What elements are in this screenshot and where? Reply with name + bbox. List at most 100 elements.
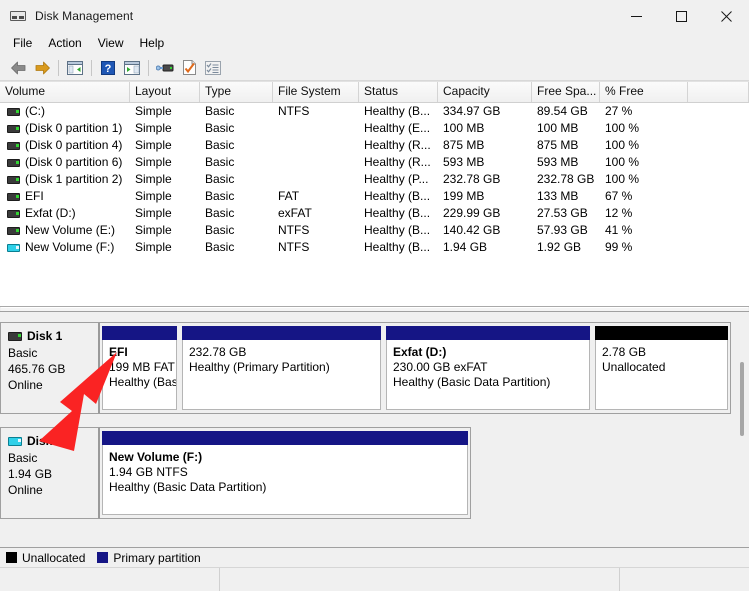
cell-status: Healthy (B...: [364, 223, 431, 237]
cell-layout: Simple: [135, 172, 172, 186]
cell-capacity: 140.42 GB: [443, 223, 501, 237]
disk-icon: [8, 436, 22, 446]
column-header-type[interactable]: Type: [200, 82, 273, 102]
disk-type: Basic: [8, 346, 38, 360]
column-header-file-system[interactable]: File System: [273, 82, 359, 102]
minimize-button[interactable]: [614, 0, 659, 32]
menu-action[interactable]: Action: [40, 33, 89, 54]
volume-icon: [7, 243, 20, 252]
volume-label: New Volume (F:): [25, 240, 115, 254]
column-header-blank[interactable]: [688, 82, 749, 102]
partition-details: EFI 199 MB FAT Healthy (Basi: [102, 340, 177, 410]
volume-icon: [7, 124, 20, 133]
list-view-button[interactable]: [201, 57, 225, 79]
cell-type: Basic: [205, 104, 235, 118]
show-hide-action-pane-button[interactable]: [120, 57, 144, 79]
cell-percent-free: 100 %: [605, 155, 640, 169]
disk-row[interactable]: Disk 2 Basic 1.94 GB Online New Volume (F:) 1…: [0, 427, 471, 519]
partition-details: Exfat (D:) 230.00 GB exFAT Healthy (Basic …: [386, 340, 590, 410]
cell-volume: EFI: [0, 188, 130, 205]
disk-state: Online: [8, 483, 43, 497]
column-header-free-spa[interactable]: Free Spa...: [532, 82, 600, 102]
disk-management-window: Disk Management File Action View Help ? …: [0, 0, 749, 591]
menu-bar: File Action View Help: [0, 32, 749, 55]
table-row[interactable]: (Disk 0 partition 4) Simple Basic Healthy (…: [0, 137, 749, 154]
show-hide-console-tree-button[interactable]: [63, 57, 87, 79]
help-button[interactable]: ?: [96, 57, 120, 79]
table-row[interactable]: (Disk 1 partition 2) Simple Basic Healthy (…: [0, 171, 749, 188]
question-mark-icon: ?: [101, 60, 115, 75]
partition-details: 2.78 GB Unallocated: [595, 340, 728, 410]
table-row[interactable]: New Volume (F:) Simple Basic NTFS Healthy (B…: [0, 239, 749, 256]
column-header-capacity[interactable]: Capacity: [438, 82, 532, 102]
cell-capacity: 229.99 GB: [443, 206, 501, 220]
checklist-icon: [205, 60, 221, 75]
status-cell-1: [0, 568, 220, 591]
volume-label: (Disk 0 partition 1): [25, 121, 123, 135]
cell-layout: Simple: [135, 240, 172, 254]
table-row[interactable]: Exfat (D:) Simple Basic exFAT Healthy (B... 2…: [0, 205, 749, 222]
column-header-free[interactable]: % Free: [600, 82, 688, 102]
status-bar: [0, 567, 749, 591]
volume-icon: [7, 226, 20, 235]
partition-status: Healthy (Basic Data Partition): [109, 480, 267, 494]
menu-help[interactable]: Help: [132, 33, 173, 54]
partition-details: New Volume (F:) 1.94 GB NTFS Healthy (Basi…: [102, 445, 468, 515]
table-row[interactable]: EFI Simple Basic FAT Healthy (B... 199 MB 133 …: [0, 188, 749, 205]
disk-map-vertical-scrollbar[interactable]: [736, 314, 747, 545]
table-row[interactable]: (C:) Simple Basic NTFS Healthy (B... 334.97 G…: [0, 103, 749, 120]
scrollbar-thumb[interactable]: [740, 362, 744, 436]
back-button[interactable]: [6, 57, 30, 79]
partition-block[interactable]: New Volume (F:) 1.94 GB NTFS Healthy (Basi…: [102, 431, 468, 515]
close-button[interactable]: [704, 0, 749, 32]
toolbar-separator: [148, 59, 149, 76]
cell-status: Healthy (E...: [364, 121, 431, 135]
cell-capacity: 199 MB: [443, 189, 485, 203]
toolbar-separator: [91, 59, 92, 76]
volume-icon: [7, 192, 20, 201]
column-header-volume[interactable]: Volume: [0, 82, 130, 102]
cell-free-space: 232.78 GB: [537, 172, 595, 186]
cell-status: Healthy (B...: [364, 104, 431, 118]
forward-button[interactable]: [30, 57, 54, 79]
cell-layout: Simple: [135, 104, 172, 118]
table-row[interactable]: New Volume (E:) Simple Basic NTFS Healthy (B…: [0, 222, 749, 239]
cell-capacity: 334.97 GB: [443, 104, 501, 118]
disk-row[interactable]: Disk 1 Basic 465.76 GB Online EFI 199 MB FAT H…: [0, 322, 731, 414]
cell-layout: Simple: [135, 155, 172, 169]
disk-info-panel[interactable]: Disk 1 Basic 465.76 GB Online: [0, 322, 100, 414]
status-cell-2: [220, 568, 620, 591]
disk-icon: [8, 331, 22, 341]
cell-status: Healthy (R...: [364, 138, 431, 152]
cell-status: Healthy (P...: [364, 172, 429, 186]
partition-block[interactable]: 232.78 GB Healthy (Primary Partition): [182, 326, 381, 410]
primary-partition-swatch: [97, 552, 109, 563]
volume-icon: [7, 175, 20, 184]
cell-percent-free: 12 %: [605, 206, 633, 220]
menu-view[interactable]: View: [90, 33, 132, 54]
column-header-layout[interactable]: Layout: [130, 82, 200, 102]
properties-button[interactable]: [177, 57, 201, 79]
table-row[interactable]: (Disk 0 partition 1) Simple Basic Healthy (…: [0, 120, 749, 137]
unallocated-block[interactable]: 2.78 GB Unallocated: [595, 326, 728, 410]
cell-free-space: 593 MB: [537, 155, 579, 169]
cell-capacity: 1.94 GB: [443, 240, 488, 254]
volume-icon: [7, 107, 20, 116]
disk-size: 465.76 GB: [8, 362, 66, 376]
column-header-status[interactable]: Status: [359, 82, 438, 102]
cell-volume: Exfat (D:): [0, 205, 130, 222]
partition-size: 232.78 GB: [189, 345, 247, 359]
disk-state: Online: [8, 378, 43, 392]
partition-block[interactable]: EFI 199 MB FAT Healthy (Basi: [102, 326, 177, 410]
rescan-disks-button[interactable]: [153, 57, 177, 79]
cell-type: Basic: [205, 189, 235, 203]
partition-capacity-bar: [102, 431, 468, 445]
disk-info-panel[interactable]: Disk 2 Basic 1.94 GB Online: [0, 427, 100, 519]
maximize-button[interactable]: [659, 0, 704, 32]
partition-block[interactable]: Exfat (D:) 230.00 GB exFAT Healthy (Basic …: [386, 326, 590, 410]
cell-percent-free: 100 %: [605, 121, 640, 135]
menu-file[interactable]: File: [5, 33, 40, 54]
disk-title: Disk 2: [8, 434, 98, 448]
table-row[interactable]: (Disk 0 partition 6) Simple Basic Healthy (…: [0, 154, 749, 171]
cell-status: Healthy (B...: [364, 206, 431, 220]
